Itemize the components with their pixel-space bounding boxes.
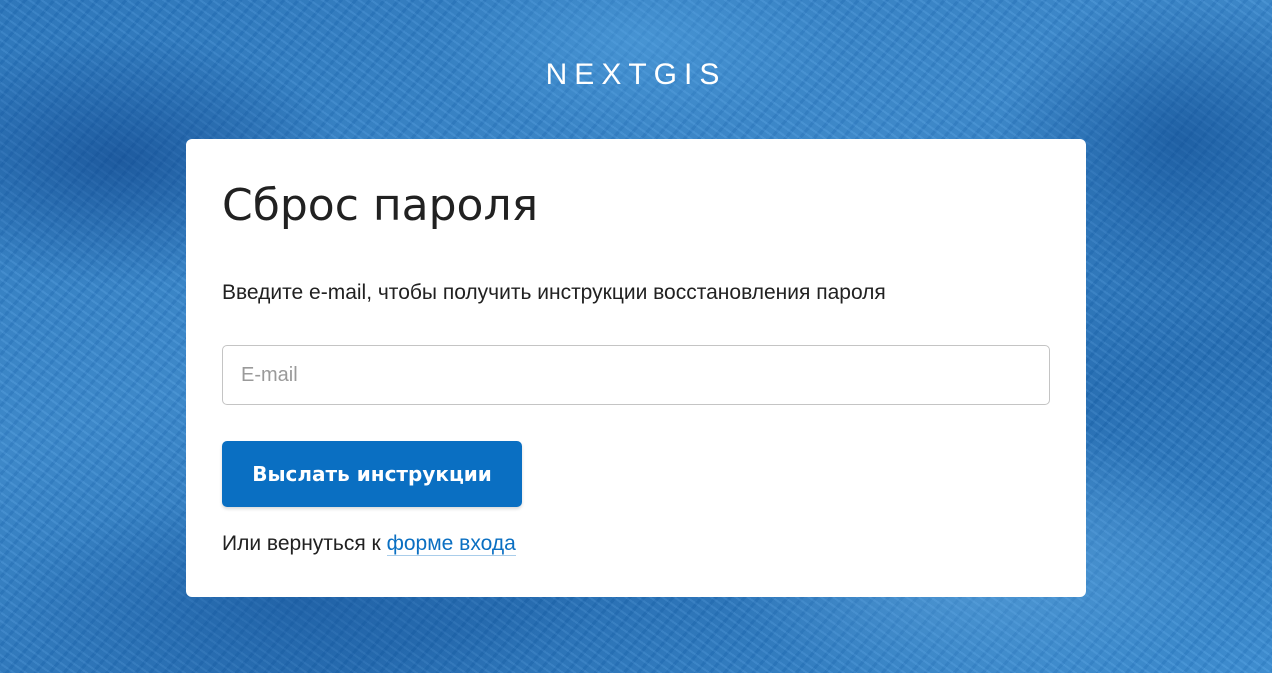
nextgis-logo: NEXTGIS xyxy=(545,58,727,91)
page-title: Сброс пароля xyxy=(222,180,539,231)
password-reset-card: Сброс пароля Введите e-mail, чтобы получ… xyxy=(186,139,1086,597)
instructions-text: Введите e-mail, чтобы получить инструкци… xyxy=(222,281,886,304)
back-prefix-text: Или вернуться к xyxy=(222,532,381,555)
login-form-link[interactable]: форме входа xyxy=(386,532,516,556)
back-to-login-line: Или вернуться к форме входа xyxy=(222,530,516,558)
email-input[interactable] xyxy=(222,345,1050,405)
send-instructions-button[interactable]: Выслать инструкции xyxy=(222,441,522,507)
